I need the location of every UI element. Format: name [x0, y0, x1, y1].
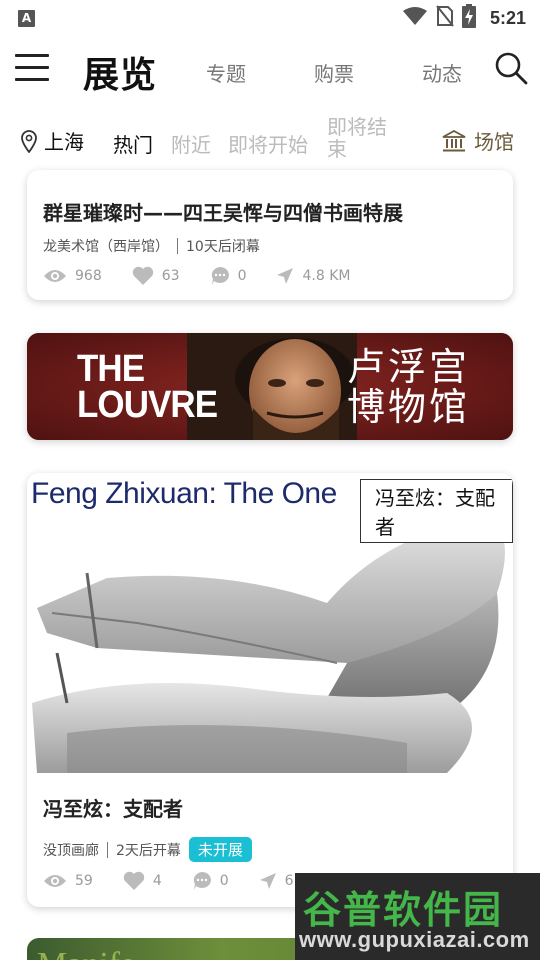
accessibility-app-icon: A	[18, 10, 35, 27]
comments-stat: 0	[192, 871, 229, 891]
venue-label: 场馆	[474, 130, 514, 154]
wifi-icon	[402, 6, 428, 30]
exhibition-card[interactable]: 群星璀璨时——四王吴恽与四僧书画特展 龙美术馆（西岸馆） 10天后闭幕 968 …	[27, 170, 513, 300]
eye-icon	[44, 270, 66, 282]
comment-icon	[211, 267, 229, 285]
filter-upcoming[interactable]: 即将开始	[228, 129, 308, 158]
next-card-title: Manife	[37, 946, 135, 960]
status-time: 5:21	[489, 7, 526, 28]
watermark-url: www.gupuxiazai.com	[299, 927, 530, 952]
exhibition-meta: 没顶画廊 2天后开幕 未开展	[43, 837, 252, 862]
tab-tickets[interactable]: 购票	[314, 58, 354, 87]
location-pin-icon	[21, 129, 37, 153]
venue-button[interactable]: 场馆	[442, 126, 514, 155]
heart-icon	[132, 266, 153, 285]
location-label: 上海	[44, 130, 84, 154]
exhibition-venue: 没顶画廊	[43, 842, 99, 859]
eye-icon	[44, 875, 66, 887]
exhibition-title: 冯至炫：支配者	[43, 797, 183, 821]
filter-hot[interactable]: 热门	[113, 129, 153, 158]
likes-stat: 63	[132, 266, 180, 286]
app-header: 展览 专题 购票 动态	[0, 36, 540, 104]
search-icon	[495, 52, 528, 85]
tab-news[interactable]: 动态	[422, 58, 462, 87]
views-stat: 968	[43, 268, 102, 284]
filter-ending-soon[interactable]: 即将结束	[327, 116, 397, 160]
exhibition-venue: 龙美术馆（西岸馆）	[43, 239, 169, 255]
exhibition-stats: 968 63 0 4.8 KM	[43, 266, 380, 286]
status-badge: 未开展	[188, 837, 252, 862]
louvre-banner[interactable]: THE LOUVRE 卢浮宫 博物馆	[27, 333, 513, 440]
page-title: 展览	[83, 55, 158, 96]
poster-title-zh: 冯至炫：支配者	[360, 479, 513, 543]
menu-button[interactable]	[15, 54, 49, 84]
views-stat: 59	[43, 873, 93, 889]
comment-icon	[193, 872, 211, 890]
location-selector[interactable]: 上海	[20, 126, 84, 155]
banner-title-en: THE LOUVRE	[77, 348, 218, 426]
heart-icon	[123, 871, 145, 890]
poster-title-en: Feng Zhixuan: The One	[31, 477, 337, 510]
exhibition-title: 群星璀璨时——四王吴恽与四僧书画特展	[43, 201, 403, 225]
exhibition-status: 2天后开幕	[116, 842, 181, 859]
distance-stat: 4.8 KM	[276, 267, 350, 285]
navigation-arrow-icon	[277, 268, 294, 284]
no-sim-icon	[436, 5, 454, 31]
site-watermark: 谷普软件园 www.gupuxiazai.com	[295, 873, 540, 960]
navigation-arrow-icon	[259, 873, 276, 889]
museum-icon	[442, 129, 466, 151]
banner-title-zh: 卢浮宫 博物馆	[347, 345, 471, 429]
exhibition-status: 10天后闭幕	[186, 239, 260, 255]
filter-bar: 上海 热门 附近 即将开始 即将结束 场馆	[0, 108, 540, 172]
tab-topics[interactable]: 专题	[206, 58, 246, 87]
likes-stat: 4	[123, 871, 162, 891]
filter-nearby[interactable]: 附近	[171, 129, 211, 158]
exhibition-poster: Feng Zhixuan: The One 冯至炫：支配者	[27, 473, 513, 778]
exhibition-meta: 龙美术馆（西岸馆） 10天后闭幕	[43, 236, 260, 256]
hamburger-icon	[15, 54, 49, 57]
comments-stat: 0	[210, 266, 246, 286]
battery-charging-icon	[461, 4, 476, 32]
exhibition-card[interactable]: Feng Zhixuan: The One 冯至炫：支配者 冯至炫：支配者 没顶…	[27, 473, 513, 907]
status-bar: A 5:21	[0, 0, 540, 36]
search-button[interactable]	[494, 51, 528, 85]
watermark-logo-text: 谷普软件园	[303, 888, 504, 932]
status-icons: 5:21	[402, 4, 526, 32]
